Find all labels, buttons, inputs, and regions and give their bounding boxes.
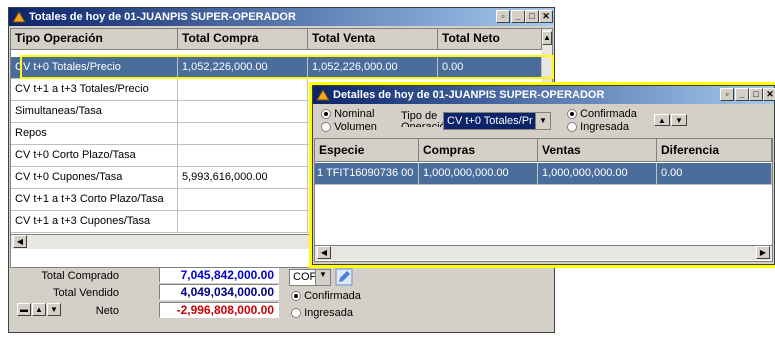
scroll-right-icon[interactable]: ▶ [756, 246, 770, 259]
detail-window-titlebar[interactable]: Detalles de hoy de 01-JUANPIS SUPER-OPER… [313, 86, 775, 104]
radio-nominal[interactable]: Nominal [321, 108, 374, 120]
down-arrow-icon[interactable]: ▼ [671, 114, 687, 126]
tipo-operacion-select[interactable]: CV t+0 Totales/Precio ▼ [443, 112, 551, 130]
grid-header: Especie Compras Ventas Diferencia [315, 139, 772, 162]
radio-ingresada[interactable]: Ingresada [291, 307, 353, 319]
col-especie[interactable]: Especie [315, 139, 419, 161]
tipo-operacion-value: CV t+0 Totales/Precio [447, 115, 533, 127]
radio-confirmada[interactable]: Confirmada [291, 290, 361, 302]
main-window-titlebar[interactable]: Totales de hoy de 01-JUANPIS SUPER-OPERA… [9, 8, 554, 26]
details-grid: Especie Compras Ventas Diferencia 1 TFIT… [314, 138, 773, 262]
detail-window: Detalles de hoy de 01-JUANPIS SUPER-OPER… [312, 85, 775, 265]
col-total-neto[interactable]: Total Neto [438, 29, 542, 49]
col-compras[interactable]: Compras [419, 139, 538, 161]
neto-label: Neto [95, 305, 119, 317]
minimize-button[interactable]: _ [735, 88, 749, 101]
maximize-button[interactable]: □ [749, 88, 763, 101]
app-icon [12, 11, 26, 23]
chevron-down-icon[interactable]: ▼ [315, 270, 330, 285]
restore-button[interactable]: ▫ [496, 10, 510, 23]
neto-value: -2,996,808,000.00 [159, 302, 279, 318]
col-ventas[interactable]: Ventas [538, 139, 657, 161]
col-diferencia[interactable]: Diferencia [657, 139, 772, 161]
edit-icon[interactable] [335, 268, 353, 286]
radio-confirmada-detail[interactable]: Confirmada [567, 108, 637, 120]
restore-button[interactable]: ▫ [720, 88, 734, 101]
col-total-venta[interactable]: Total Venta [308, 29, 438, 49]
currency-value: COP [293, 271, 317, 283]
up-arrow-icon[interactable]: ▲ [654, 114, 670, 126]
chevron-down-icon[interactable]: ▼ [535, 113, 550, 129]
minimize-button[interactable]: _ [511, 10, 525, 23]
radio-ingresada-detail[interactable]: Ingresada [567, 121, 629, 133]
total-vendido-label: Total Vendido [52, 287, 119, 299]
horizontal-scrollbar[interactable]: ◀ ▶ [315, 245, 772, 260]
maximize-button[interactable]: □ [525, 10, 539, 23]
close-button[interactable]: ✕ [763, 88, 775, 101]
total-vendido-value: 4,049,034,000.00 [159, 284, 279, 300]
main-window-title: Totales de hoy de 01-JUANPIS SUPER-OPERA… [29, 11, 296, 23]
currency-select[interactable]: COP ▼ [289, 269, 331, 286]
table-row[interactable]: 1 TFIT16090736 00 1,000,000,000.00 1,000… [315, 163, 772, 185]
col-total-compra[interactable]: Total Compra [178, 29, 308, 49]
detail-window-title: Detalles de hoy de 01-JUANPIS SUPER-OPER… [333, 89, 605, 101]
scroll-left-icon[interactable]: ◀ [317, 246, 331, 259]
grid-header: Tipo Operación Total Compra Total Venta … [11, 29, 552, 50]
scroll-left-icon[interactable]: ◀ [13, 235, 27, 248]
total-comprado-value: 7,045,842,000.00 [159, 267, 279, 283]
table-row[interactable]: CV t+0 Totales/Precio 1,052,226,000.00 1… [11, 57, 542, 79]
scroll-up-icon[interactable]: ▲ [542, 31, 552, 45]
total-comprado-label: Total Comprado [41, 270, 119, 282]
col-tipo-operacion[interactable]: Tipo Operación [11, 29, 178, 49]
app-icon [316, 89, 330, 101]
radio-volumen[interactable]: Volumen [321, 121, 377, 133]
close-button[interactable]: ✕ [539, 10, 553, 23]
